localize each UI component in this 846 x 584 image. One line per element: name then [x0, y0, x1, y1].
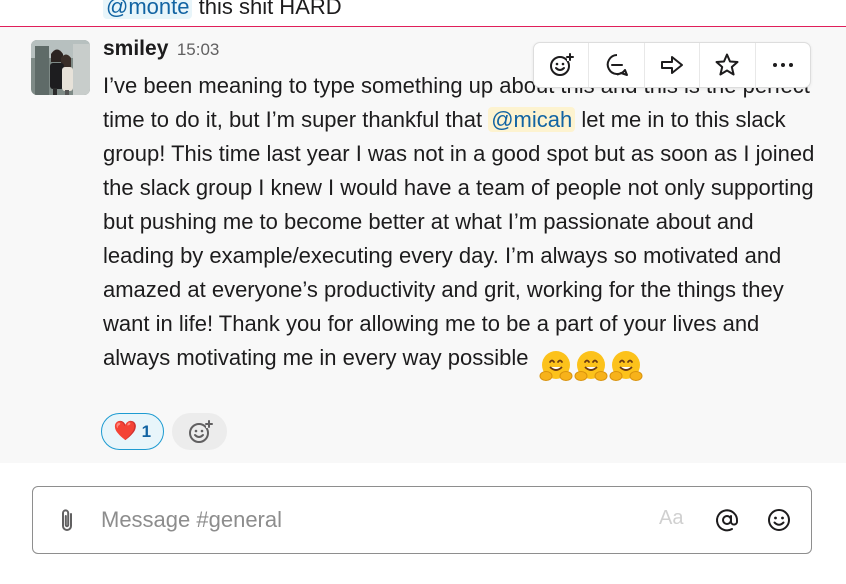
reactions-bar: ❤️ 1: [101, 413, 227, 450]
more-actions-button[interactable]: [756, 43, 810, 87]
share-icon: [661, 56, 684, 74]
reply-in-thread-button[interactable]: [589, 43, 645, 87]
more-actions-icon: [772, 63, 793, 67]
reaction-heart-button[interactable]: ❤️ 1: [101, 413, 164, 450]
inline-emojis: [539, 348, 644, 383]
reaction-count: 1: [141, 421, 152, 441]
heart-emoji-icon: ❤️: [113, 421, 138, 442]
mention-micah[interactable]: @micah: [488, 107, 576, 132]
add-reaction-icon: [550, 53, 575, 76]
share-message-button[interactable]: [645, 43, 701, 87]
add-reaction-icon: [188, 419, 213, 443]
message-text-part2: let me in to this slack group! This time…: [103, 107, 815, 370]
add-reaction-button[interactable]: [172, 413, 227, 450]
mention-monte[interactable]: @monte: [103, 0, 193, 19]
format-toggle-button[interactable]: Aa: [659, 507, 683, 530]
author-name[interactable]: smiley: [103, 37, 168, 60]
previous-message-text: @monte this shit HARD: [103, 0, 342, 20]
star-icon: [715, 53, 739, 76]
message-input[interactable]: [101, 505, 641, 535]
emoji-icon[interactable]: [766, 507, 792, 533]
message-composer: Aa: [32, 486, 812, 554]
hugging-face-emoji-icon: [574, 351, 608, 382]
save-message-button[interactable]: [700, 43, 756, 87]
message-item[interactable]: smiley 15:03 I’ve been meaning to type s…: [0, 27, 846, 463]
avatar[interactable]: [31, 40, 90, 95]
hugging-face-emoji-icon: [609, 351, 643, 382]
message-header: smiley 15:03: [103, 37, 219, 61]
add-reaction-action-button[interactable]: [534, 43, 590, 87]
message-body: I’ve been meaning to type something up a…: [103, 69, 818, 383]
message-timestamp[interactable]: 15:03: [177, 40, 220, 59]
reply-in-thread-icon: [606, 54, 628, 76]
attachment-icon[interactable]: [55, 507, 79, 535]
previous-message-body: this shit HARD: [198, 0, 342, 19]
mention-icon[interactable]: [714, 507, 740, 533]
hugging-face-emoji-icon: [539, 351, 573, 382]
message-actions-toolbar: [533, 42, 811, 88]
